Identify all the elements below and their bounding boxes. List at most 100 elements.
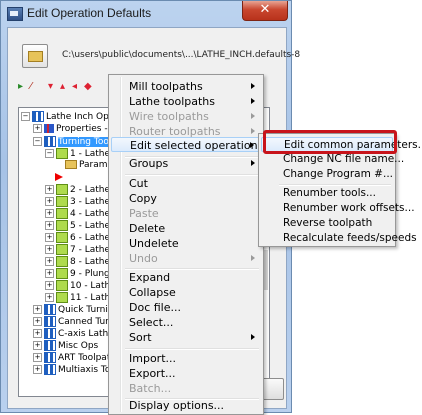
menu-item-delete[interactable]: Delete <box>111 221 261 236</box>
menu-item-undelete[interactable]: Undelete <box>111 236 261 251</box>
operation-icon <box>56 220 68 231</box>
window-title: Edit Operation Defaults <box>27 6 152 20</box>
tree-item[interactable]: + ART Toolpat <box>33 352 110 363</box>
group-icon <box>44 328 56 339</box>
menu-item-label: Sort <box>129 331 152 344</box>
group-icon <box>44 136 56 147</box>
collapse-icon[interactable]: − <box>33 137 42 146</box>
move-left-icon[interactable]: ◂ <box>72 82 82 92</box>
expand-icon[interactable]: + <box>33 317 42 326</box>
operation-icon <box>56 244 68 255</box>
submenu-item-label: Recalculate feeds/speeds <box>283 232 417 244</box>
submenu-item-recalculate-feeds-speeds[interactable]: Recalculate feeds/speeds <box>261 231 417 246</box>
expand-icon[interactable]: + <box>45 185 54 194</box>
submenu-item-label: Renumber tools... <box>283 187 376 199</box>
tree-item[interactable]: + Multiaxis Too <box>33 364 116 375</box>
move-icon[interactable]: ◆ <box>84 82 94 92</box>
menu-item-export[interactable]: Export... <box>111 366 261 381</box>
submenu-item-label: Change Program #... <box>283 168 393 180</box>
tree-item[interactable]: Param <box>65 160 108 171</box>
expand-icon[interactable]: + <box>45 269 54 278</box>
red-highlight-annotation <box>263 130 397 154</box>
tree-item[interactable]: + Misc Ops <box>33 340 98 351</box>
operation-icon <box>56 196 68 207</box>
menu-item-undo[interactable]: Undo <box>111 251 261 266</box>
tree-item[interactable]: − Turning Tools <box>33 136 117 147</box>
tree-item[interactable] <box>55 172 65 183</box>
menu-item-paste[interactable]: Paste <box>111 206 261 221</box>
expand-icon[interactable]: + <box>33 124 42 133</box>
submenu-item-label: Reverse toolpath <box>283 217 373 229</box>
menu-item-expand[interactable]: Expand <box>111 270 261 285</box>
operation-icon <box>56 232 68 243</box>
insert-arrow-icon <box>55 172 63 181</box>
menu-item-groups[interactable]: Groups <box>111 156 261 171</box>
tree-item[interactable]: + Properties - L <box>33 124 115 135</box>
tree-item[interactable]: +10 - Lathe <box>45 280 116 291</box>
menu-item-label: Mill toolpaths <box>129 80 203 93</box>
menu-item-lathe-toolpaths[interactable]: Lathe toolpaths <box>111 94 261 109</box>
close-button[interactable]: ✕ <box>242 1 288 21</box>
menu-item-select[interactable]: Select... <box>111 315 261 330</box>
menu-item-collapse[interactable]: Collapse <box>111 285 261 300</box>
expand-icon[interactable]: + <box>33 305 42 314</box>
menu-item-cut[interactable]: Cut <box>111 176 261 191</box>
menu-item-label: Paste <box>129 207 159 220</box>
operation-icon <box>56 256 68 267</box>
submenu-item-renumber-work-offsets[interactable]: Renumber work offsets... <box>261 201 415 216</box>
expand-icon[interactable]: + <box>33 353 42 362</box>
menu-item-edit-selected-operations[interactable]: Edit selected operations <box>111 137 263 152</box>
folder-icon <box>28 51 43 62</box>
arrow-down-icon[interactable]: ▾ <box>48 82 58 92</box>
collapse-icon[interactable]: − <box>45 149 54 158</box>
submenu-arrow-icon <box>251 98 255 104</box>
file-path-label: C:\users\public\documents\...\LATHE_INCH… <box>62 50 301 60</box>
expand-icon[interactable]: + <box>33 329 42 338</box>
expand-icon[interactable]: + <box>33 365 42 374</box>
expand-icon[interactable]: + <box>45 293 54 302</box>
submenu-item-reverse-toolpath[interactable]: Reverse toolpath <box>261 216 393 231</box>
menu-separator <box>125 348 259 350</box>
menu-item-batch[interactable]: Batch... <box>111 381 261 396</box>
operation-icon <box>56 184 68 195</box>
submenu-arrow-icon <box>251 83 255 89</box>
dialog-button[interactable] <box>262 378 284 400</box>
operation-icon <box>56 268 68 279</box>
submenu-item-label: Change NC file name... <box>283 153 405 165</box>
group-icon <box>44 340 56 351</box>
select-all-icon[interactable]: ▸ <box>18 82 28 92</box>
title-bar[interactable]: Edit Operation Defaults ✕ <box>1 1 291 27</box>
menu-item-label: Batch... <box>129 382 172 395</box>
collapse-icon[interactable]: − <box>21 112 30 121</box>
open-file-button[interactable] <box>22 44 48 68</box>
menu-item-label: Doc file... <box>129 301 181 314</box>
expand-icon[interactable]: + <box>45 209 54 218</box>
operation-icon <box>56 148 68 159</box>
tree-item[interactable]: + Quick Turning <box>33 304 119 315</box>
tree-item[interactable]: + Canned Turni <box>33 316 117 327</box>
menu-item-sort[interactable]: Sort <box>111 330 261 345</box>
window-icon <box>7 7 23 21</box>
menu-item-mill-toolpaths[interactable]: Mill toolpaths <box>111 79 261 94</box>
arrow-up-icon[interactable]: ▴ <box>60 82 70 92</box>
menu-item-wire-toolpaths[interactable]: Wire toolpaths <box>111 109 261 124</box>
menu-item-doc-file[interactable]: Doc file... <box>111 300 261 315</box>
submenu-item-change-program-number[interactable]: Change Program #... <box>261 167 393 182</box>
menu-item-copy[interactable]: Copy <box>111 191 261 206</box>
menu-item-import[interactable]: Import... <box>111 351 261 366</box>
expand-icon[interactable]: + <box>45 245 54 254</box>
expand-icon[interactable]: + <box>45 233 54 242</box>
tree-item[interactable]: +11 - Lathe <box>45 292 116 303</box>
expand-icon[interactable]: + <box>45 257 54 266</box>
expand-icon[interactable]: + <box>45 221 54 230</box>
submenu-arrow-icon <box>251 334 255 340</box>
menu-item-display-options[interactable]: Display options... <box>111 398 261 413</box>
expand-icon[interactable]: + <box>45 281 54 290</box>
submenu-item-renumber-tools[interactable]: Renumber tools... <box>261 186 393 201</box>
submenu-arrow-icon <box>251 113 255 119</box>
submenu-item-change-nc-file-name[interactable]: Change NC file name... <box>261 152 404 167</box>
regen-icon[interactable]: ⁄ <box>30 82 40 92</box>
expand-icon[interactable]: + <box>45 197 54 206</box>
tree-item[interactable]: +9 - Plunge <box>45 268 115 279</box>
expand-icon[interactable]: + <box>33 341 42 350</box>
